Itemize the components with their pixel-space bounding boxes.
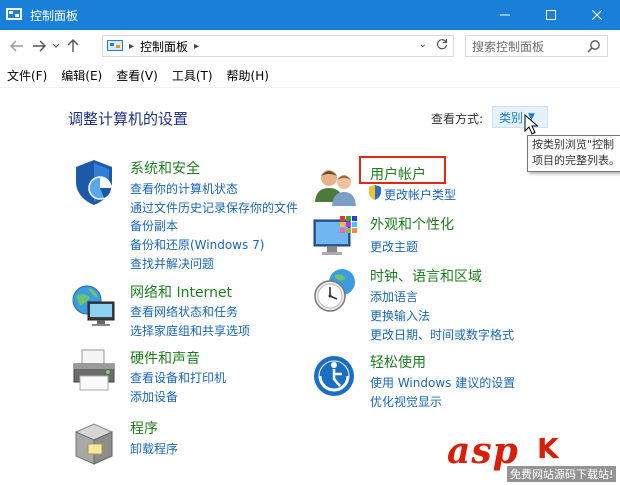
- forward-button[interactable]: [28, 35, 50, 57]
- link-devices-printers[interactable]: 查看设备和打印机: [130, 369, 226, 386]
- refresh-button[interactable]: [436, 38, 448, 54]
- link-troubleshoot[interactable]: 查找并解决问题: [130, 255, 214, 272]
- link-file-history[interactable]: 通过文件历史记录保存你的文件: [130, 199, 298, 216]
- search-icon: [587, 40, 600, 53]
- link-windows-suggested-settings[interactable]: 使用 Windows 建议的设置: [370, 374, 515, 391]
- programs-box-icon: [74, 423, 114, 465]
- page-title: 调整计算机的设置: [68, 110, 189, 128]
- category-title[interactable]: 时钟、语言和区域: [370, 266, 482, 286]
- link-view-computer-status[interactable]: 查看你的计算机状态: [130, 180, 238, 197]
- recent-locations-button[interactable]: [50, 35, 62, 57]
- minimize-button[interactable]: [482, 0, 528, 30]
- menu-bar: 文件(F) 编辑(E) 查看(V) 工具(T) 帮助(H): [0, 64, 620, 86]
- link-change-account-type[interactable]: 更改帐户类型: [384, 186, 456, 203]
- window-title: 控制面板: [30, 8, 79, 23]
- link-network-status[interactable]: 查看网络状态和任务: [130, 303, 238, 320]
- menu-edit[interactable]: 编辑(E): [54, 67, 109, 84]
- mouse-pointer-icon: [524, 114, 538, 135]
- breadcrumb-separator: ▸: [129, 40, 135, 52]
- tooltip: 按类别浏览"控制 项目的完整列表。: [527, 135, 620, 172]
- watermark: asp K 免费网站源码下载站!: [447, 430, 617, 482]
- category-title[interactable]: 网络和 Internet: [130, 282, 232, 302]
- category-title[interactable]: 外观和个性化: [370, 214, 454, 234]
- arrow-right-icon: [33, 40, 46, 52]
- arrow-up-icon: [67, 39, 79, 52]
- menu-file[interactable]: 文件(F): [0, 67, 54, 84]
- tooltip-line: 按类别浏览"控制: [532, 138, 615, 151]
- menu-view[interactable]: 查看(V): [109, 67, 165, 84]
- search-input[interactable]: 搜索控制面板: [472, 38, 587, 55]
- breadcrumb-control-panel[interactable]: 控制面板: [140, 38, 188, 55]
- address-bar[interactable]: ▸ 控制面板 ▸ ⌄: [102, 35, 454, 57]
- clock-globe-icon: [314, 269, 355, 312]
- view-by-label: 查看方式:: [431, 112, 484, 126]
- up-button[interactable]: [62, 35, 84, 57]
- control-panel-location-icon: [107, 40, 123, 51]
- category-title[interactable]: 硬件和声音: [130, 348, 200, 368]
- close-icon: [592, 10, 602, 20]
- uac-shield-icon: [369, 185, 381, 200]
- breadcrumb-separator[interactable]: ▸: [194, 41, 199, 52]
- watermark-ku: K: [537, 432, 559, 465]
- highlight-box-user-accounts: [359, 156, 446, 184]
- ease-of-access-icon: [314, 356, 354, 396]
- link-add-language[interactable]: 添加语言: [370, 288, 418, 305]
- link-backup-copy[interactable]: 备份副本: [130, 217, 178, 234]
- search-box[interactable]: 搜索控制面板: [465, 35, 608, 57]
- network-globe-icon: [72, 285, 115, 326]
- link-backup-restore-win7[interactable]: 备份和还原(Windows 7): [130, 236, 264, 253]
- menu-tools[interactable]: 工具(T): [165, 67, 220, 84]
- view-by-dropdown[interactable]: 类别 ▼: [492, 106, 548, 128]
- chevron-down-icon: [52, 43, 60, 48]
- link-homegroup-sharing[interactable]: 选择家庭组和共享选项: [130, 322, 250, 339]
- menu-help[interactable]: 帮助(H): [220, 67, 276, 84]
- title-bar: 控制面板: [0, 0, 620, 30]
- link-change-theme[interactable]: 更改主题: [370, 238, 418, 255]
- view-by-value: 类别: [499, 110, 524, 125]
- close-button[interactable]: [574, 0, 620, 30]
- category-title[interactable]: 系统和安全: [130, 158, 200, 178]
- arrow-left-icon: [10, 40, 23, 52]
- control-panel-icon: [6, 8, 22, 20]
- menu-divider: [0, 87, 620, 88]
- link-optimize-visual-display[interactable]: 优化视觉显示: [370, 393, 442, 410]
- watermark-caption: 免费网站源码下载站!: [507, 466, 617, 482]
- address-dropdown-button[interactable]: ⌄: [419, 39, 427, 50]
- link-change-date-time-format[interactable]: 更改日期、时间或数字格式: [370, 326, 514, 343]
- security-shield-icon: [76, 160, 112, 205]
- printer-icon: [73, 349, 115, 391]
- user-accounts-icon: [315, 170, 356, 206]
- link-change-input-method[interactable]: 更换输入法: [370, 307, 430, 324]
- refresh-icon: [436, 39, 448, 50]
- maximize-icon: [546, 10, 556, 20]
- link-add-device[interactable]: 添加设备: [130, 388, 178, 405]
- appearance-monitor-icon: [313, 216, 357, 255]
- link-uninstall-program[interactable]: 卸载程序: [130, 440, 178, 457]
- maximize-button[interactable]: [528, 0, 574, 30]
- minimize-icon: [500, 14, 510, 16]
- category-title[interactable]: 程序: [130, 418, 158, 438]
- tooltip-line: 项目的完整列表。: [532, 154, 620, 167]
- category-title[interactable]: 轻松使用: [370, 352, 426, 372]
- back-button[interactable]: [6, 35, 28, 57]
